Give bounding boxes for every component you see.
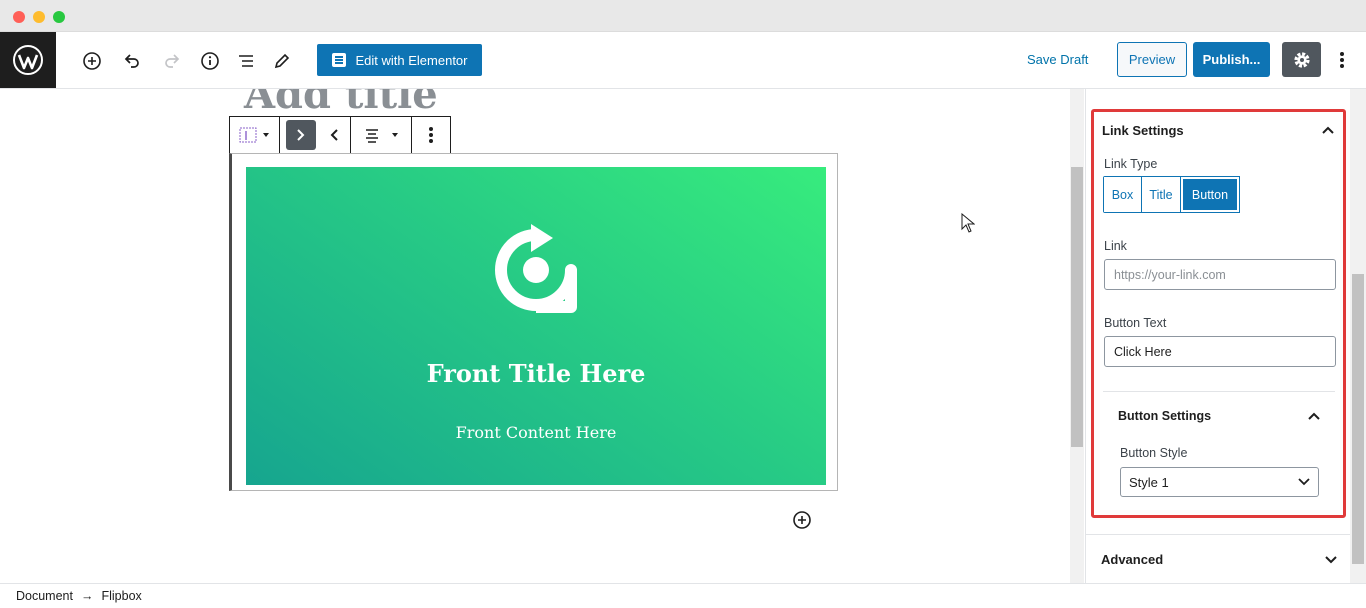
sidebar-scrollbar-thumb[interactable]	[1352, 274, 1364, 564]
block-toolbar	[229, 116, 451, 154]
breadcrumb-document[interactable]: Document	[16, 589, 73, 603]
block-more-options-icon[interactable]	[412, 117, 450, 153]
caret-down-icon	[263, 133, 270, 137]
list-view-icon[interactable]	[230, 45, 262, 77]
link-settings-panel: Link Settings Link Type Box Title Button…	[1091, 109, 1346, 518]
block-type-switcher[interactable]	[230, 117, 280, 153]
settings-sidebar: Link Settings Link Type Box Title Button…	[1085, 89, 1366, 583]
canvas-scrollbar-thumb[interactable]	[1071, 167, 1083, 447]
flipbox-front[interactable]: Front Title Here Front Content Here	[246, 167, 826, 485]
preview-button[interactable]: Preview	[1117, 42, 1187, 77]
button-text-input[interactable]: Click Here	[1104, 336, 1336, 367]
button-text-label: Button Text	[1104, 316, 1167, 330]
flipbox-block[interactable]: Front Title Here Front Content Here	[229, 153, 838, 491]
link-type-box-option[interactable]: Box	[1104, 177, 1142, 212]
breadcrumb-separator: →	[80, 589, 94, 603]
chevron-up-icon	[1322, 126, 1334, 134]
settings-gear-icon[interactable]	[1282, 42, 1321, 77]
editor-window: Edit with Elementor Save Draft Preview P…	[0, 0, 1366, 608]
button-style-value: Style 1	[1129, 474, 1169, 490]
info-icon[interactable]	[194, 45, 226, 77]
chevron-right-icon[interactable]	[285, 120, 316, 150]
button-settings-heading: Button Settings	[1118, 409, 1212, 423]
link-settings-heading: Link Settings	[1102, 122, 1184, 138]
flipbox-front-title[interactable]: Front Title Here	[246, 359, 826, 388]
canvas-scrollbar[interactable]	[1070, 89, 1084, 583]
edit-with-elementor-button[interactable]: Edit with Elementor	[317, 44, 482, 76]
inline-add-block-icon[interactable]	[792, 510, 812, 530]
link-url-input[interactable]: https://your-link.com	[1104, 259, 1336, 290]
flipbox-front-content[interactable]: Front Content Here	[246, 423, 826, 442]
mouse-cursor-icon	[961, 213, 975, 233]
add-block-icon[interactable]	[76, 45, 108, 77]
chevron-up-icon	[1308, 412, 1320, 420]
link-type-button-option[interactable]: Button	[1181, 177, 1239, 212]
flipbox-block-icon	[239, 127, 257, 143]
publish-button[interactable]: Publish...	[1193, 42, 1270, 77]
button-style-label: Button Style	[1120, 446, 1188, 460]
chevron-down-icon	[1325, 555, 1337, 563]
breadcrumb-flipbox[interactable]: Flipbox	[101, 589, 141, 603]
chevron-left-icon[interactable]	[324, 128, 344, 142]
maximize-window-button[interactable]	[53, 11, 65, 23]
sidebar-scrollbar[interactable]	[1350, 89, 1366, 583]
block-movers	[280, 117, 351, 153]
button-settings-header[interactable]: Button Settings	[1118, 409, 1320, 423]
advanced-heading: Advanced	[1101, 552, 1164, 567]
link-type-label: Link Type	[1104, 157, 1158, 171]
redo-icon[interactable]	[156, 45, 188, 77]
window-titlebar	[0, 0, 1366, 32]
align-center-icon	[366, 129, 379, 143]
more-options-icon[interactable]	[1330, 45, 1354, 75]
elementor-icon	[331, 53, 346, 67]
post-title-input[interactable]: Add title	[244, 89, 438, 118]
edit-pencil-icon[interactable]	[266, 45, 298, 77]
undo-icon[interactable]	[116, 45, 148, 77]
link-label: Link	[1104, 239, 1127, 253]
edit-with-elementor-label: Edit with Elementor	[355, 52, 468, 68]
advanced-panel-toggle[interactable]: Advanced	[1101, 552, 1337, 567]
editor-canvas: Add title Front Title Here Front Content…	[0, 89, 1070, 583]
minimize-window-button[interactable]	[33, 11, 45, 23]
link-settings-header[interactable]: Link Settings	[1102, 120, 1334, 140]
close-window-button[interactable]	[13, 11, 25, 23]
wordpress-logo-icon[interactable]	[0, 32, 56, 88]
align-dropdown[interactable]	[351, 117, 413, 153]
save-draft-button[interactable]: Save Draft	[1027, 52, 1088, 67]
editor-header: Edit with Elementor Save Draft Preview P…	[0, 32, 1366, 89]
refresh-circle-icon	[495, 224, 577, 313]
chevron-down-icon	[1298, 478, 1310, 486]
sidebar-divider	[1086, 534, 1351, 535]
caret-down-icon	[392, 133, 399, 137]
link-type-segmented-control: Box Title Button	[1103, 176, 1240, 213]
button-style-select[interactable]: Style 1	[1120, 467, 1319, 497]
breadcrumb: Document → Flipbox	[0, 583, 1366, 608]
panel-divider	[1103, 391, 1335, 392]
link-type-title-option[interactable]: Title	[1142, 177, 1181, 212]
